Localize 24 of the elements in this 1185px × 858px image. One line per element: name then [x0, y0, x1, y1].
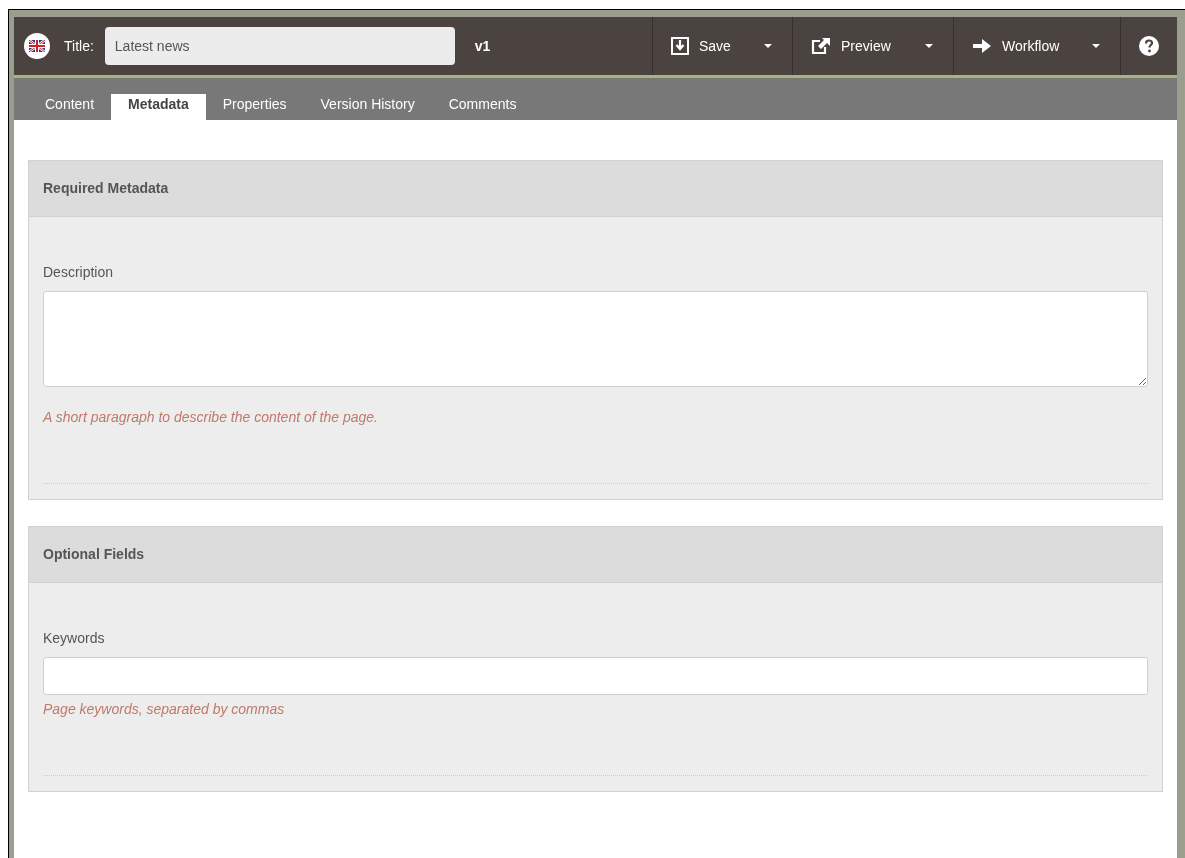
- preview-button[interactable]: Preview: [792, 17, 953, 75]
- workflow-button[interactable]: Workflow: [953, 17, 1120, 75]
- panel-title: Required Metadata: [43, 179, 169, 198]
- external-link-icon: [811, 37, 831, 55]
- title-label: Title:: [64, 36, 94, 56]
- version-label: v1: [474, 36, 491, 56]
- language-flag-icon[interactable]: [24, 33, 50, 59]
- right-arrow-icon: [972, 38, 992, 54]
- field-label: Description: [43, 263, 115, 282]
- field-label: Keywords: [43, 629, 106, 648]
- description-field[interactable]: [43, 291, 1148, 387]
- save-icon: [671, 37, 689, 55]
- help-text: A short paragraph to describe the content of the page.: [43, 408, 379, 427]
- help-icon: [1139, 36, 1159, 56]
- tab[interactable]: Content: [28, 94, 112, 120]
- keywords-field[interactable]: [43, 657, 1148, 695]
- tab[interactable]: Comments: [431, 94, 534, 120]
- tab[interactable]: Properties: [205, 94, 304, 120]
- help-text: Page keywords, separated by commas: [43, 700, 286, 719]
- tab[interactable]: Version History: [303, 94, 432, 120]
- tab[interactable]: Metadata: [111, 94, 206, 120]
- title-field[interactable]: Latest news: [104, 27, 455, 65]
- save-button[interactable]: Save: [652, 17, 792, 75]
- panel-title: Optional Fields: [43, 545, 145, 564]
